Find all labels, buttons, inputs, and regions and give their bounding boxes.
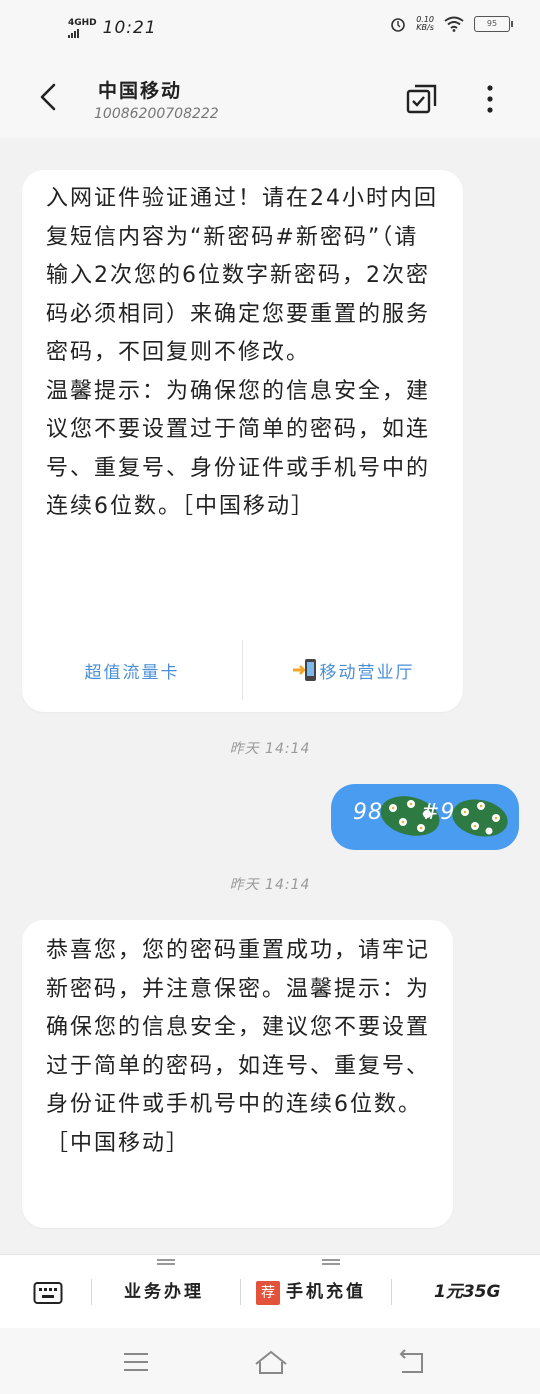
network-speed: 0.10 KB/s xyxy=(416,16,434,32)
signal-icon xyxy=(68,28,79,38)
speed-unit: KB/s xyxy=(416,23,434,32)
conversation-header: 中国移动 10086200708222 xyxy=(0,60,540,138)
home-icon[interactable] xyxy=(253,1346,289,1378)
more-options-icon[interactable] xyxy=(473,82,507,116)
sent-message[interactable]: 98 #98 xyxy=(331,784,519,850)
alarm-icon xyxy=(391,18,405,32)
multi-select-icon[interactable] xyxy=(405,82,439,116)
menu-recharge-label: 手机充值 xyxy=(286,1282,366,1302)
contact-name[interactable]: 中国移动 xyxy=(98,76,182,103)
keyboard-icon[interactable] xyxy=(33,1281,63,1305)
flower-sticker-icon xyxy=(452,799,508,837)
action-link-business-hall[interactable]: 移动营业厅 xyxy=(243,628,463,712)
menu-divider xyxy=(240,1279,241,1305)
message-paragraph: 恭喜您，您的密码重置成功，请牢记新密码，并注意保密。温馨提示：为确保您的信息安全… xyxy=(46,938,431,1156)
menu-divider xyxy=(91,1279,92,1305)
network-indicator: 4GHD xyxy=(68,17,97,38)
menu-divider xyxy=(391,1279,392,1305)
menu-business[interactable]: 业务办理 xyxy=(124,1277,204,1302)
navigation-bar xyxy=(0,1328,540,1394)
contact-number: 10086200708222 xyxy=(94,106,219,122)
message-text: 入网证件验证通过！请在24小时内回复短信内容为“新密码#新密码”（请输入2次您的… xyxy=(46,180,442,527)
status-right: 0.10 KB/s 95 xyxy=(390,16,513,32)
received-message[interactable]: 入网证件验证通过！请在24小时内回复短信内容为“新密码#新密码”（请输入2次您的… xyxy=(22,170,463,712)
back-button[interactable] xyxy=(34,82,64,112)
action-label: 超值流量卡 xyxy=(84,662,180,683)
menu-icon[interactable] xyxy=(120,1346,152,1378)
back-nav-icon[interactable] xyxy=(396,1346,428,1378)
battery-icon: 95 xyxy=(474,16,513,32)
phone-arrow-icon xyxy=(292,659,316,681)
menu-handle-icon[interactable] xyxy=(322,1259,340,1265)
service-menu-bar: 业务办理 荐手机充值 1元35G xyxy=(0,1254,540,1329)
status-left: 4GHD 10:21 xyxy=(68,18,157,38)
received-message[interactable]: 恭喜您，您的密码重置成功，请牢记新密码，并注意保密。温馨提示：为确保您的信息安全… xyxy=(22,920,453,1228)
status-bar: 4GHD 10:21 0.10 KB/s 95 xyxy=(0,0,540,60)
timestamp: 昨天 14:14 xyxy=(229,741,311,757)
message-paragraph: 入网证件验证通过！请在24小时内回复短信内容为“新密码#新密码”（请输入2次您的… xyxy=(46,186,438,365)
message-paragraph: 温馨提示：为确保您的信息安全，建议您不要设置过于简单的密码，如连号、重复号、身份… xyxy=(46,378,431,520)
menu-data-plan[interactable]: 1元35G xyxy=(434,1277,500,1302)
menu-handle-icon[interactable] xyxy=(157,1259,175,1265)
menu-recharge[interactable]: 荐手机充值 xyxy=(256,1277,366,1305)
message-list[interactable]: 入网证件验证通过！请在24小时内回复短信内容为“新密码#新密码”（请输入2次您的… xyxy=(0,138,540,1254)
network-type: 4GHD xyxy=(68,17,97,28)
wifi-icon xyxy=(444,16,464,32)
timestamp: 昨天 14:14 xyxy=(229,877,311,893)
clock: 10:21 xyxy=(102,18,157,38)
message-actions: 超值流量卡 移动营业厅 xyxy=(22,628,463,712)
action-link-data-card[interactable]: 超值流量卡 xyxy=(22,628,242,712)
action-label: 移动营业厅 xyxy=(319,662,415,683)
message-text: 恭喜您，您的密码重置成功，请牢记新密码，并注意保密。温馨提示：为确保您的信息安全… xyxy=(46,932,432,1163)
recommend-badge: 荐 xyxy=(256,1281,280,1305)
